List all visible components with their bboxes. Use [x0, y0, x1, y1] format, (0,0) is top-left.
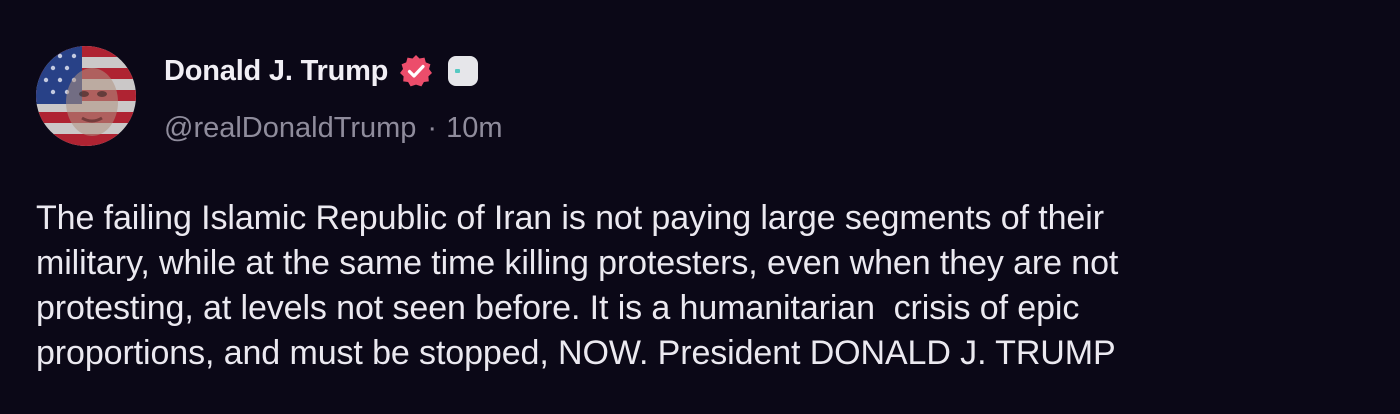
author-display-name[interactable]: Donald J. Trump [164, 55, 388, 88]
post-timestamp[interactable]: 10m [446, 112, 502, 145]
author-name-row: Donald J. Trump [164, 52, 480, 90]
verified-badge-icon [398, 53, 434, 89]
author-avatar[interactable] [36, 46, 136, 146]
post-card: Donald J. Trump @realDonaldTrump · 10m T… [0, 0, 1400, 414]
post-text: The failing Islamic Republic of Iran is … [36, 199, 1119, 372]
meta-separator: · [427, 111, 438, 144]
author-handle[interactable]: @realDonaldTrump [164, 112, 416, 145]
square-badge-icon [446, 54, 480, 88]
author-meta-row: @realDonaldTrump · 10m [164, 108, 503, 148]
flag-portrait-avatar [36, 46, 136, 146]
